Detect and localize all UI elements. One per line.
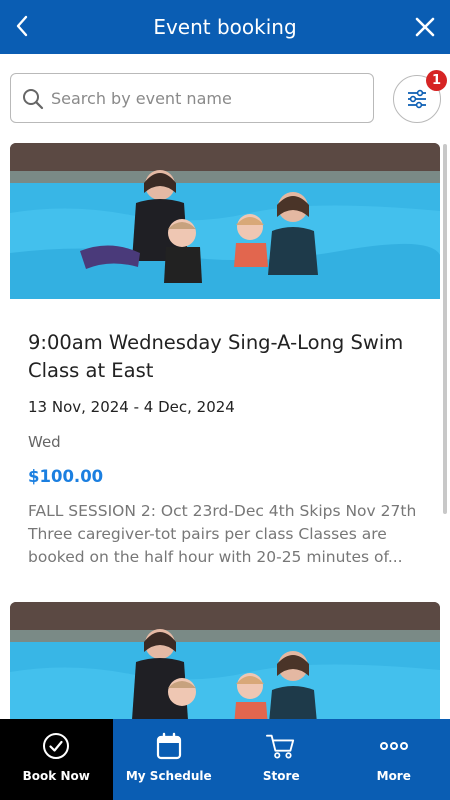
search-row: 1 (10, 70, 447, 125)
back-button[interactable] (8, 10, 36, 42)
event-description: FALL SESSION 2: Oct 23rd-Dec 4th Skips N… (28, 502, 417, 566)
cart-icon (266, 734, 295, 759)
pool-photo-illustration (10, 143, 440, 299)
calendar-icon (156, 732, 181, 760)
event-dates: 13 Nov, 2024 - 4 Dec, 2024 (28, 398, 235, 416)
close-icon (415, 17, 435, 37)
event-photo (10, 602, 440, 719)
more-dots-icon (379, 742, 408, 750)
event-title[interactable]: 9:00am Wednesday Sing-A-Long Swim Class … (28, 329, 418, 385)
bottom-nav: Book Now My Schedule Store More (0, 719, 450, 800)
search-icon (23, 89, 44, 110)
nav-label: Book Now (22, 769, 90, 783)
nav-more[interactable]: More (338, 719, 450, 800)
nav-my-schedule[interactable]: My Schedule (113, 719, 226, 800)
sliders-icon (408, 89, 426, 109)
filter-count-badge: 1 (426, 70, 447, 91)
event-day: Wed (28, 433, 61, 451)
nav-book-now[interactable]: Book Now (0, 719, 113, 800)
event-photo (10, 143, 440, 299)
event-list[interactable]: 1 (0, 54, 450, 719)
page-title: Event booking (153, 15, 297, 39)
search-input[interactable] (51, 82, 361, 114)
scrollbar[interactable] (443, 144, 447, 514)
nav-label: My Schedule (125, 769, 212, 783)
app-header: Event booking (0, 0, 450, 54)
event-card[interactable]: 9:00am Wednesday Sing-A-Long Swim Class … (10, 143, 440, 583)
pool-photo-illustration (10, 602, 440, 719)
check-circle-icon (43, 733, 70, 759)
nav-store[interactable]: Store (225, 719, 338, 800)
event-price: $100.00 (28, 467, 104, 486)
nav-label: Store (262, 769, 300, 783)
search-box[interactable] (10, 73, 374, 123)
nav-label: More (376, 769, 411, 783)
chevron-left-icon (16, 15, 28, 37)
close-button[interactable] (410, 12, 440, 42)
event-card[interactable] (10, 602, 440, 719)
